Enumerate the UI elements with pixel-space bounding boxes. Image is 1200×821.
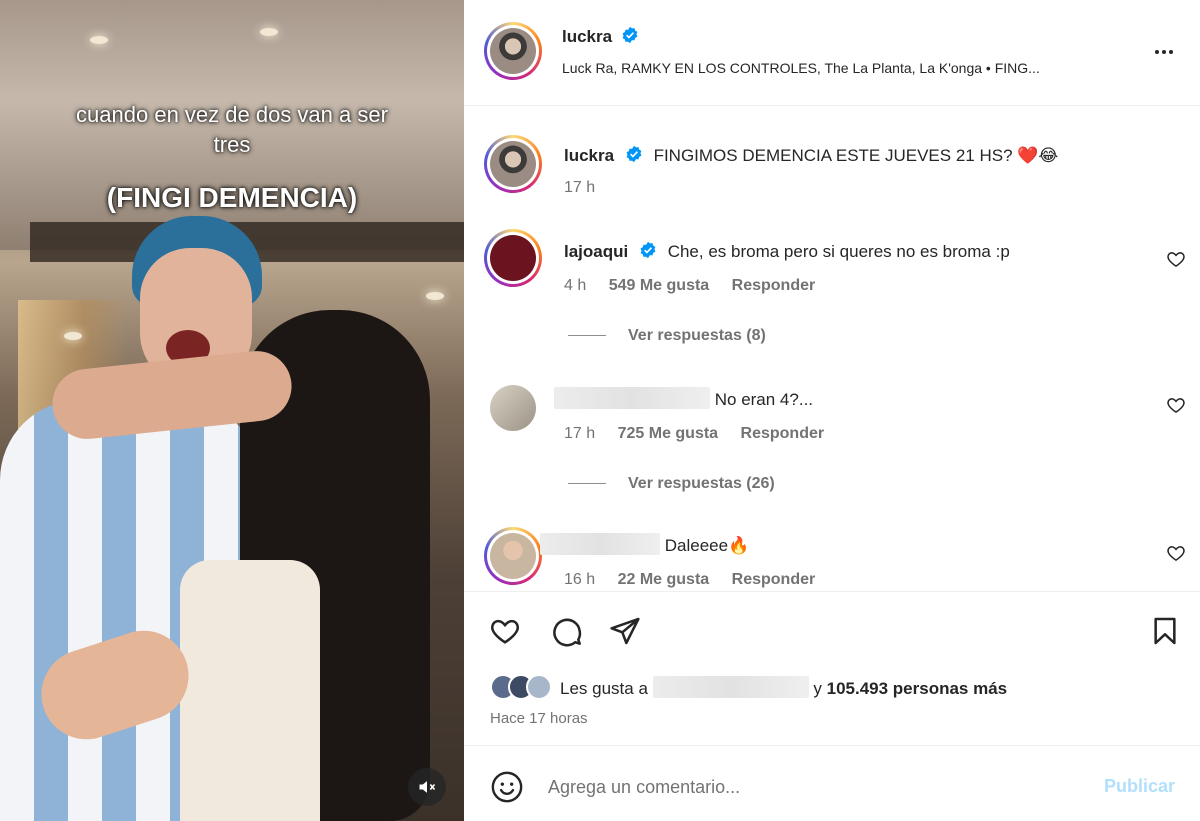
post-header: luckra Luck Ra, RAMKY EN LOS CONTROLES, … <box>464 0 1200 106</box>
more-options-button[interactable] <box>1148 36 1180 68</box>
share-button[interactable] <box>608 614 642 648</box>
reply-button[interactable]: Responder <box>732 277 816 294</box>
comment-time[interactable]: 17 h <box>564 425 595 442</box>
comment-time[interactable]: 16 h <box>564 571 595 588</box>
verified-badge-icon <box>622 26 637 44</box>
like-comment-heart-icon[interactable] <box>1166 543 1186 563</box>
video-person <box>180 560 320 821</box>
post-panel: luckra Luck Ra, RAMKY EN LOS CONTROLES, … <box>464 0 1200 821</box>
avatar[interactable] <box>484 22 542 80</box>
redacted-username <box>540 533 660 555</box>
avatar[interactable] <box>484 379 542 437</box>
view-replies-button[interactable]: Ver respuestas (8) <box>568 327 766 345</box>
comment-likes[interactable]: 22 Me gusta <box>618 571 710 588</box>
verified-badge-icon <box>626 145 642 163</box>
ceiling-lamp <box>90 36 108 44</box>
video-caption: cuando en vez de dos van a ser tres <box>76 102 388 157</box>
emoji-button[interactable] <box>490 770 524 804</box>
comments-list[interactable]: luckra FINGIMOS DEMENCIA ESTE JUEVES 21 … <box>464 107 1200 591</box>
save-button[interactable] <box>1148 614 1182 648</box>
post-actions: Les gusta a y 105.493 personas más Hace … <box>464 591 1200 745</box>
more-horizontal-icon <box>1155 50 1173 54</box>
avatar[interactable] <box>484 229 542 287</box>
view-replies-button[interactable]: Ver respuestas (26) <box>568 475 775 493</box>
comment-likes[interactable]: 725 Me gusta <box>618 425 718 442</box>
paper-plane-icon <box>610 617 640 645</box>
comment-likes[interactable]: 549 Me gusta <box>609 277 709 294</box>
likes-summary[interactable]: Les gusta a y 105.493 personas más <box>490 674 1007 700</box>
audio-attribution[interactable]: Luck Ra, RAMKY EN LOS CONTROLES, The La … <box>562 60 1134 76</box>
emoji-smile-icon <box>491 771 523 803</box>
avatar <box>526 674 552 700</box>
divider <box>568 335 606 337</box>
redacted-username <box>652 675 809 698</box>
likes-joiner: y <box>813 678 822 698</box>
comment-time[interactable]: 4 h <box>564 277 586 294</box>
like-comment-heart-icon[interactable] <box>1166 395 1186 415</box>
ceiling-lamp <box>260 28 278 36</box>
ceiling-lamp <box>64 332 82 340</box>
comment-text: No eran 4?... <box>714 390 814 409</box>
speaker-muted-icon <box>419 781 436 793</box>
comment-button[interactable] <box>550 614 584 648</box>
post-timestamp[interactable]: Hace 17 horas <box>490 710 588 727</box>
comment-username[interactable]: lajoaqui <box>564 242 628 261</box>
bookmark-icon <box>1154 617 1176 645</box>
reply-button[interactable]: Responder <box>732 571 816 588</box>
avatar[interactable] <box>484 135 542 193</box>
mute-button[interactable] <box>408 768 446 806</box>
caption-text: FINGIMOS DEMENCIA ESTE JUEVES 21 HS? ❤️😂 <box>653 146 1059 165</box>
publish-button[interactable]: Publicar <box>1104 776 1175 797</box>
comment-text: Che, es broma pero si queres no es broma… <box>667 242 1010 261</box>
like-comment-heart-icon[interactable] <box>1166 249 1186 269</box>
ceiling-lamp <box>426 292 444 300</box>
caption-time[interactable]: 17 h <box>564 179 595 196</box>
divider <box>568 483 606 485</box>
video-caption-title: (FINGI DEMENCIA) <box>106 182 358 213</box>
comment-composer: Publicar <box>464 745 1200 821</box>
likes-count[interactable]: 105.493 personas más <box>827 679 1008 698</box>
reply-button[interactable]: Responder <box>741 425 825 442</box>
author-username[interactable]: luckra <box>562 27 612 46</box>
verified-badge-icon <box>640 241 656 259</box>
redacted-username <box>554 387 710 409</box>
avatar[interactable] <box>484 527 542 585</box>
comment-text: Daleeee🔥 <box>664 536 750 555</box>
post-author[interactable]: luckra <box>562 26 639 47</box>
comment-bubble-icon <box>553 618 582 647</box>
comment-input[interactable] <box>548 770 1068 804</box>
caption-username[interactable]: luckra <box>564 146 614 165</box>
heart-icon <box>491 619 519 644</box>
post-video[interactable]: cuando en vez de dos van a ser tres (FIN… <box>0 0 464 821</box>
like-button[interactable] <box>488 614 522 648</box>
likes-prefix: Les gusta a <box>560 678 648 698</box>
